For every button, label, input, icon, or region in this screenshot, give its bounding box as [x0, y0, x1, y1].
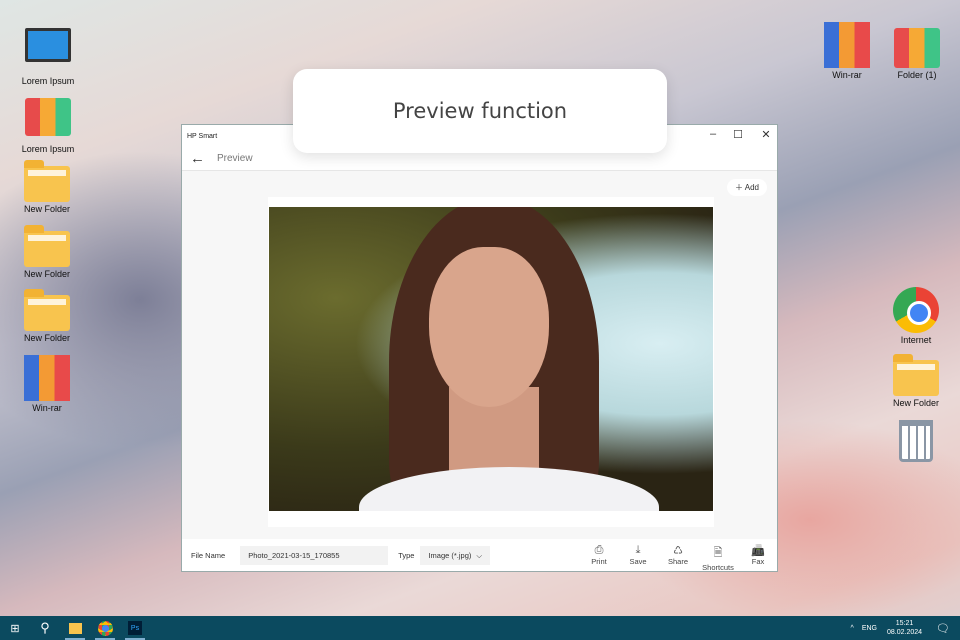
chrome-taskbar-icon[interactable] [90, 616, 120, 640]
maximize-button[interactable]: ☐ [730, 128, 746, 141]
desktop-icon-new-folder-3[interactable]: New Folder [12, 287, 82, 343]
action-label: Fax [751, 557, 765, 566]
trash-icon [899, 420, 933, 462]
minimize-button[interactable]: – [705, 128, 721, 140]
clock[interactable]: 15:21 08.02.2024 [887, 619, 922, 637]
preview-photo [269, 207, 713, 511]
share-button[interactable]: ♺ Share [658, 544, 698, 566]
desktop-icon-winrar[interactable]: Win-rar [12, 355, 82, 413]
computer-icon [25, 28, 71, 62]
window-title: HP Smart [187, 132, 218, 140]
save-button[interactable]: ⤓ Save [618, 544, 658, 566]
action-label: Share [667, 557, 688, 566]
printer-icon: ⎙ [594, 544, 604, 556]
icon-label: New Folder [23, 333, 70, 343]
notification-icon[interactable]: 🗨 [936, 622, 950, 635]
type-value: Image (*.jpg) [428, 551, 472, 560]
desktop-icon-folder-1[interactable]: Folder (1) [882, 28, 952, 80]
desktop-icon-lorem-ipsum-2[interactable]: Lorem Ipsum [13, 98, 83, 154]
taskbar: ⊞ ⚲ Ps ^ ENG 15:21 08.02.2024 🗨 [0, 616, 960, 640]
language-indicator[interactable]: ENG [862, 625, 877, 632]
page-title: Preview [217, 153, 253, 164]
winrar-icon [24, 355, 70, 401]
desktop-icon-winrar-right[interactable]: Win-rar [812, 22, 882, 80]
folder-icon [24, 160, 70, 202]
desktop-icon-new-folder-right[interactable]: New Folder [881, 352, 951, 408]
winrar-icon [824, 22, 870, 68]
file-explorer-icon[interactable] [60, 616, 90, 640]
icon-label: Internet [900, 335, 932, 345]
icon-label: Lorem Ipsum [21, 144, 75, 154]
icon-label: Folder (1) [897, 70, 937, 80]
icon-label: New Folder [23, 204, 70, 214]
binders-icon [25, 98, 71, 136]
binders-icon [894, 28, 940, 68]
action-label: Shortcuts [702, 563, 734, 572]
icon-label: New Folder [23, 269, 70, 279]
file-name-input[interactable]: Photo_2021-03-15_170855 [240, 546, 389, 565]
page-preview [268, 197, 714, 527]
hp-smart-window: HP Smart – ☐ ✕ ← Preview ＋ Add File Name … [181, 124, 778, 572]
add-button[interactable]: ＋ Add [726, 179, 767, 196]
shortcuts-button[interactable]: 🗎 Shortcuts [698, 544, 738, 572]
folder-icon [893, 354, 939, 396]
add-label: Add [744, 183, 759, 192]
start-button[interactable]: ⊞ [0, 616, 30, 640]
desktop-icon-new-folder-1[interactable]: New Folder [12, 158, 82, 214]
chrome-icon [893, 287, 939, 333]
type-label: Type [398, 551, 415, 560]
fax-button[interactable]: 📠 Fax [738, 544, 778, 566]
callout-label: Preview function [293, 69, 667, 153]
plus-icon: ＋ [734, 183, 745, 192]
type-select[interactable]: Image (*.jpg) ⌵ [420, 546, 491, 565]
chevron-down-icon: ⌵ [476, 550, 483, 560]
recycle-bin[interactable] [881, 420, 951, 464]
share-icon: ♺ [673, 545, 683, 557]
fax-icon: 📠 [751, 545, 765, 557]
icon-label: Lorem Ipsum [21, 76, 75, 86]
time: 15:21 [895, 620, 914, 627]
folder-icon [24, 225, 70, 267]
file-name-label: File Name [191, 551, 226, 560]
desktop-icon-internet[interactable]: Internet [881, 287, 951, 345]
print-button[interactable]: ⎙ Print [579, 544, 619, 566]
date: 08.02.2024 [886, 629, 923, 636]
close-button[interactable]: ✕ [758, 128, 774, 141]
action-label: Print [591, 557, 607, 566]
icon-label: New Folder [892, 398, 939, 408]
back-arrow-icon[interactable]: ← [190, 150, 205, 167]
folder-icon [24, 289, 70, 331]
icon-label: Win-rar [832, 70, 862, 80]
search-icon[interactable]: ⚲ [30, 616, 60, 640]
preview-area: ＋ Add [182, 171, 777, 539]
icon-label: Win-rar [32, 403, 62, 413]
action-label: Save [629, 557, 647, 566]
download-icon: ⤓ [635, 544, 641, 556]
desktop-icon-new-folder-2[interactable]: New Folder [12, 223, 82, 279]
desktop-icon-lorem-ipsum-1[interactable]: Lorem Ipsum [13, 28, 83, 86]
shortcuts-icon: 🗎 [713, 547, 723, 559]
tray-chevron-up-icon[interactable]: ^ [851, 625, 854, 632]
photoshop-icon[interactable]: Ps [120, 616, 150, 640]
